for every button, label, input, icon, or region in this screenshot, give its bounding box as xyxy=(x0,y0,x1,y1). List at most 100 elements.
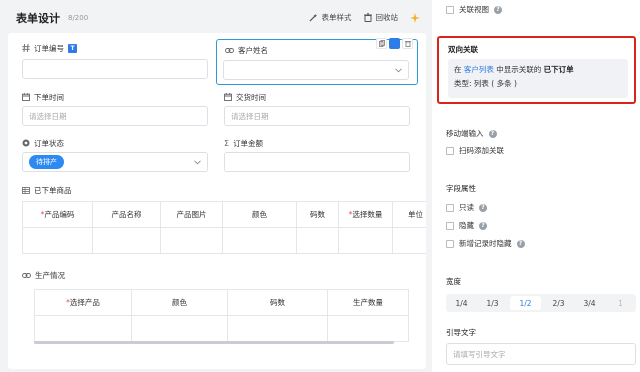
column-header: 单位 xyxy=(392,201,426,228)
width-option[interactable]: 1/3 xyxy=(477,294,508,312)
calendar-icon xyxy=(22,93,30,101)
sigma-icon: Σ xyxy=(224,138,230,148)
field-delivery-time[interactable]: 交货时间 xyxy=(224,91,266,103)
copy-icon[interactable] xyxy=(376,38,387,49)
horizontal-scrollbar[interactable] xyxy=(34,341,394,344)
option-label: 只读 xyxy=(459,203,474,212)
checkbox[interactable] xyxy=(446,239,454,248)
checkbox[interactable] xyxy=(446,146,454,155)
page-title: 表单设计 xyxy=(16,12,60,25)
option-label: 新增记录时隐藏 xyxy=(459,239,512,248)
production-table: *选择产品 颜色 码数 生产数量 xyxy=(34,289,409,342)
field-label: 交货时间 xyxy=(236,92,266,102)
relation-line: 在 客户列表 中显示关联的 已下订单 xyxy=(454,65,574,74)
calendar-icon xyxy=(224,93,232,101)
column-header: 颜色 xyxy=(131,289,228,316)
customer-list-link[interactable]: 客户列表 xyxy=(464,65,494,74)
magic-wand-icon xyxy=(308,13,318,22)
property-panel: 关联视图 ? 双向关联 在 客户列表 中显示关联的 已下订单 类型: 列表 ( … xyxy=(432,0,640,372)
column-header: 产品名称 xyxy=(92,201,161,228)
column-header: *选择数量 xyxy=(338,201,393,228)
delete-icon[interactable] xyxy=(402,38,413,49)
form-canvas: 订单编号 T 客户姓名 下单时间 请选择日期 交货时间 请选择日期 订单状态 待… xyxy=(8,33,426,369)
order-amount-input[interactable] xyxy=(224,152,410,172)
width-option[interactable]: 1/4 xyxy=(446,294,477,312)
field-attrs-title: 字段属性 xyxy=(446,184,476,193)
table-header-row: *产品编码 产品名称 产品图片 颜色 码数 *选择数量 单位 xyxy=(22,201,426,228)
column-header: 生产数量 xyxy=(327,289,409,316)
bidirectional-relation-section: 双向关联 在 客户列表 中显示关联的 已下订单 类型: 列表 ( 多条 ) xyxy=(437,36,636,104)
column-header: 码数 xyxy=(296,201,339,228)
text-type-badge: T xyxy=(68,43,77,53)
table-row[interactable] xyxy=(22,227,426,254)
field-order-no[interactable]: 订单编号 T xyxy=(22,42,77,54)
chevron-down-icon xyxy=(395,67,402,73)
relation-summary: 在 客户列表 中显示关联的 已下订单 类型: 列表 ( 多条 ) xyxy=(448,59,628,98)
field-label: 订单金额 xyxy=(233,138,264,148)
delivery-time-input[interactable]: 请选择日期 xyxy=(224,106,410,126)
column-header: 码数 xyxy=(227,289,328,316)
width-segmented-control: 1/4 1/3 1/2 2/3 3/4 1 xyxy=(446,294,636,312)
column-header: *产品编码 xyxy=(22,201,93,228)
recycle-bin-label: 回收站 xyxy=(375,13,399,22)
table-row[interactable] xyxy=(34,315,409,342)
sparkle-icon[interactable] xyxy=(410,12,420,23)
checkbox[interactable] xyxy=(446,221,454,230)
toolbar: 表单设计 8/200 表单样式 回收站 xyxy=(8,4,426,32)
mobile-input-title: 移动端输入 ? xyxy=(446,128,497,139)
radio-dot-icon xyxy=(22,139,30,147)
column-header: 产品图片 xyxy=(160,201,223,228)
toolbar-actions: 表单样式 回收站 xyxy=(308,12,420,23)
width-option[interactable]: 2/3 xyxy=(543,294,574,312)
field-label: 订单编号 xyxy=(34,43,64,53)
field-order-time[interactable]: 下单时间 xyxy=(22,91,64,103)
hidden-option[interactable]: 隐藏 ? xyxy=(446,220,487,231)
checkbox[interactable] xyxy=(446,203,454,212)
width-option[interactable]: 3/4 xyxy=(574,294,605,312)
trash-icon xyxy=(363,13,372,22)
field-ordered-products[interactable]: 已下单商品 xyxy=(22,184,72,196)
help-icon[interactable]: ? xyxy=(494,5,502,14)
help-icon[interactable]: ? xyxy=(479,221,487,230)
option-label: 隐藏 xyxy=(459,221,474,230)
drag-handle-icon[interactable] xyxy=(389,38,400,49)
order-time-input[interactable]: 请选择日期 xyxy=(22,106,208,126)
order-status-select[interactable]: 待排产 xyxy=(22,152,208,172)
linked-view-option[interactable]: 关联视图 ? xyxy=(446,4,502,15)
width-option[interactable]: 1 xyxy=(605,294,636,312)
help-icon[interactable]: ? xyxy=(516,239,525,248)
scan-add-option[interactable]: 扫码添加关联 xyxy=(446,145,504,156)
width-option-selected[interactable]: 1/2 xyxy=(510,296,541,310)
link-icon xyxy=(225,47,234,54)
help-icon[interactable]: ? xyxy=(488,129,497,138)
readonly-option[interactable]: 只读 ? xyxy=(446,202,487,213)
field-order-status[interactable]: 订单状态 xyxy=(22,137,64,149)
section-title: 双向关联 xyxy=(448,45,478,54)
column-header: *选择产品 xyxy=(34,289,132,316)
option-label: 扫码添加关联 xyxy=(459,146,504,155)
guide-text-title: 引导文字 xyxy=(446,328,476,337)
hide-on-new-option[interactable]: 新增记录时隐藏 ? xyxy=(446,238,525,249)
help-icon[interactable]: ? xyxy=(479,203,487,212)
field-label: 已下单商品 xyxy=(34,185,72,195)
order-no-input[interactable] xyxy=(22,59,208,79)
customer-name-select[interactable] xyxy=(223,60,409,80)
field-label: 下单时间 xyxy=(34,92,64,102)
form-style-label: 表单样式 xyxy=(321,13,352,22)
form-style-button[interactable]: 表单样式 xyxy=(308,12,352,23)
relation-type: 类型: 列表 ( 多条 ) xyxy=(454,79,517,88)
field-order-amount[interactable]: Σ 订单金额 xyxy=(224,137,263,149)
option-label: 关联视图 xyxy=(459,5,489,14)
width-title: 宽度 xyxy=(446,277,461,286)
field-production[interactable]: 生产情况 xyxy=(22,269,65,281)
table-icon xyxy=(22,186,30,194)
field-customer-name-selected[interactable]: 客户姓名 xyxy=(216,38,418,85)
guide-text-input[interactable]: 请填写引导文字 xyxy=(446,343,636,365)
column-header: 颜色 xyxy=(222,201,297,228)
checkbox[interactable] xyxy=(446,5,454,14)
hash-icon xyxy=(22,44,30,52)
status-tag: 待排产 xyxy=(29,155,64,169)
field-tools xyxy=(376,38,413,49)
field-label: 生产情况 xyxy=(35,270,65,280)
recycle-bin-button[interactable]: 回收站 xyxy=(363,12,399,23)
